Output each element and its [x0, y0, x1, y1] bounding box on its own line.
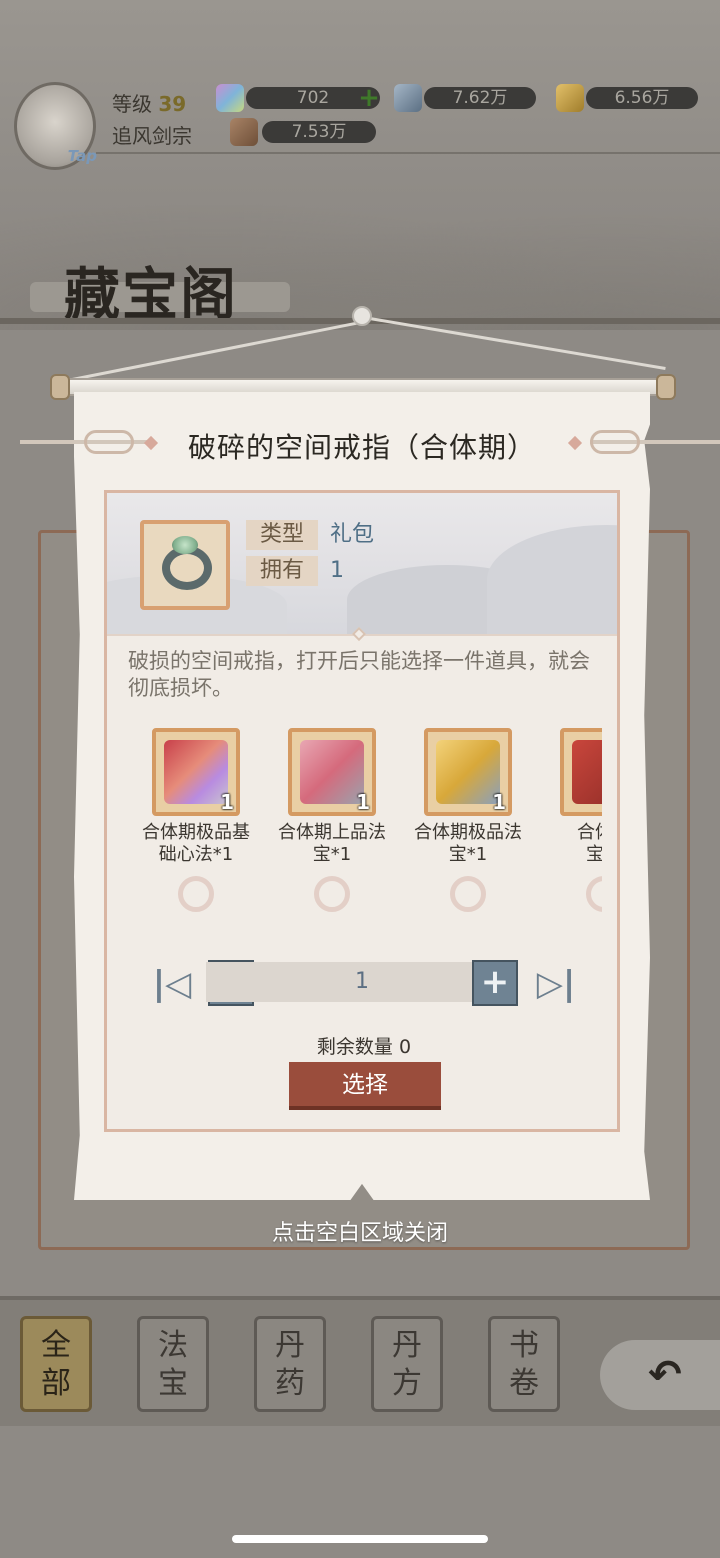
- reward-name: 合体期极品基 础心法*1: [142, 822, 250, 865]
- reward-options[interactable]: 1 合体期极品基 础心法*1 1 合体期上品法 宝*1 1 合体期极品法 宝*1: [130, 722, 602, 922]
- tab-treasure-bottom: 宝: [158, 1366, 188, 1401]
- own-value: 1: [330, 558, 344, 583]
- avatar-badge: Tap: [67, 147, 97, 165]
- treasure-box-icon: [164, 740, 228, 804]
- increase-button[interactable]: +: [472, 960, 518, 1006]
- golden-sword-bundle-icon: [436, 740, 500, 804]
- reward-select-radio[interactable]: [450, 876, 486, 912]
- reward-option[interactable]: 1 合体期极品基 础心法*1: [130, 728, 264, 912]
- header-mountain: [487, 525, 617, 635]
- tab-pills[interactable]: 丹 药: [254, 1316, 326, 1412]
- resource-stone-value: 7.62万: [424, 87, 536, 109]
- own-label: 拥有: [246, 556, 318, 586]
- gold-ingot-icon: [556, 84, 584, 112]
- min-quantity-button[interactable]: |◁: [152, 962, 192, 1006]
- reward-count: 1: [220, 790, 234, 814]
- modal-title: 破碎的空间戒指（合体期）: [187, 431, 536, 464]
- resource-ore-value: 7.53万: [262, 121, 376, 143]
- tab-treasure-top: 法: [158, 1328, 188, 1363]
- reward-option[interactable]: 1 合体期上品法 宝*1: [264, 728, 400, 912]
- home-indicator[interactable]: [232, 1535, 488, 1543]
- tab-all-top: 全: [41, 1328, 71, 1363]
- select-button[interactable]: 选择: [289, 1062, 441, 1110]
- back-button[interactable]: ↶: [600, 1340, 720, 1410]
- tab-scrolls-bottom: 卷: [509, 1366, 539, 1401]
- reward-icon-frame: [560, 728, 602, 816]
- rod-cap-left: [50, 374, 70, 400]
- ore-icon: [230, 118, 258, 146]
- tab-scrolls-top: 书: [509, 1328, 539, 1363]
- reward-select-radio[interactable]: [314, 876, 350, 912]
- red-pouch-icon: [572, 740, 602, 804]
- reward-icon-frame: 1: [288, 728, 376, 816]
- reward-select-radio[interactable]: [178, 876, 214, 912]
- blue-stone-icon: [394, 84, 422, 112]
- reward-option[interactable]: 合体期 宝杉: [536, 728, 602, 912]
- rainbow-crystal-icon: [216, 84, 244, 112]
- tab-scrolls[interactable]: 书 卷: [488, 1316, 560, 1412]
- reward-icon-frame: 1: [152, 728, 240, 816]
- item-icon-frame: [140, 520, 230, 610]
- player-level: 等级 39: [112, 88, 186, 117]
- resource-gold-value: 6.56万: [586, 87, 698, 109]
- tab-recipes-bottom: 方: [392, 1366, 422, 1401]
- tab-pills-top: 丹: [275, 1328, 305, 1363]
- level-label: 等级: [112, 92, 152, 116]
- player-avatar[interactable]: Tap: [14, 82, 97, 170]
- max-quantity-button[interactable]: ▷|: [536, 962, 576, 1006]
- add-crystal-button[interactable]: +: [356, 85, 382, 111]
- reward-icon-frame: 1: [424, 728, 512, 816]
- tab-recipes[interactable]: 丹 方: [371, 1316, 443, 1412]
- rod-cap-right: [656, 374, 676, 400]
- rope-knob: [352, 306, 372, 326]
- reward-select-radio[interactable]: [586, 876, 602, 912]
- reward-count: 1: [492, 790, 506, 814]
- tab-all[interactable]: 全 部: [20, 1316, 92, 1412]
- level-value: 39: [158, 92, 187, 116]
- remaining-count: 剩余数量 0: [316, 1036, 412, 1058]
- item-description: 破损的空间戒指，打开后只能选择一件道具，就会彻底损坏。: [128, 649, 590, 700]
- tab-pills-bottom: 药: [275, 1366, 305, 1401]
- type-label: 类型: [246, 520, 318, 550]
- tab-treasure[interactable]: 法 宝: [137, 1316, 209, 1412]
- type-value: 礼包: [330, 522, 375, 547]
- tab-recipes-top: 丹: [392, 1328, 422, 1363]
- reward-name: 合体期 宝杉: [577, 822, 602, 865]
- reward-name: 合体期极品法 宝*1: [414, 822, 522, 865]
- back-arrow-icon: ↶: [648, 1352, 682, 1398]
- sword-bundle-icon: [300, 740, 364, 804]
- close-hint[interactable]: 点击空白区域关闭: [0, 1215, 720, 1247]
- tab-all-bottom: 部: [41, 1366, 71, 1401]
- reward-option[interactable]: 1 合体期极品法 宝*1: [400, 728, 536, 912]
- reward-count: 1: [356, 790, 370, 814]
- reward-name: 合体期上品法 宝*1: [278, 822, 386, 865]
- hud-divider: [96, 152, 720, 154]
- sect-name: 追风剑宗: [112, 124, 192, 148]
